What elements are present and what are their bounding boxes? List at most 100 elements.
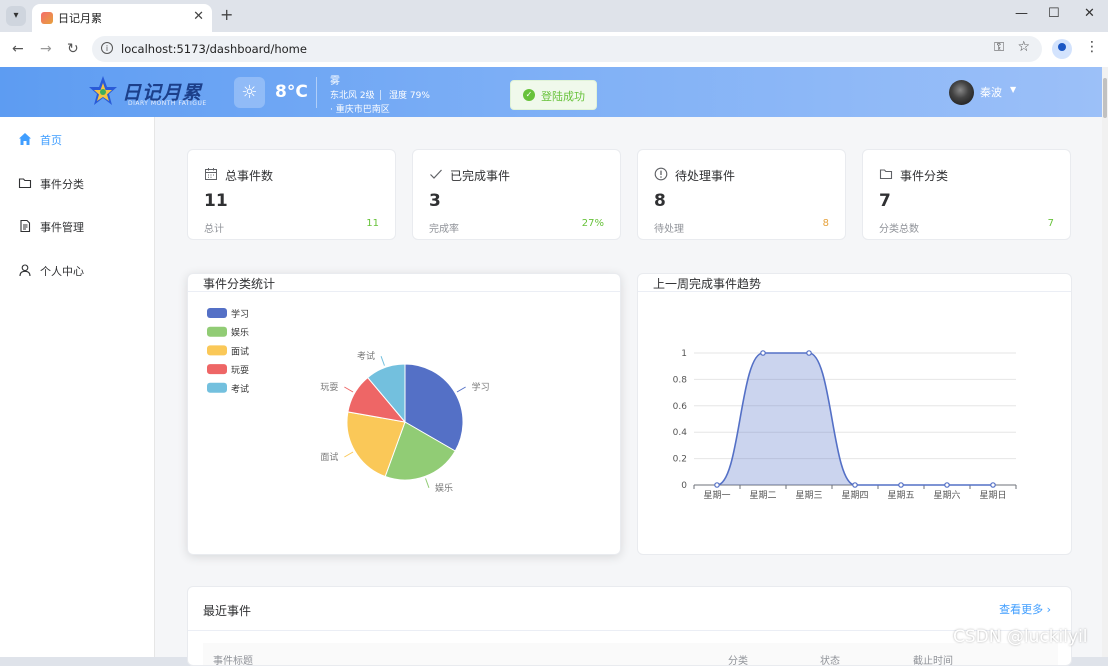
pie-label-line: [344, 451, 354, 458]
legend-label: 玩耍: [231, 365, 249, 376]
category-stats-panel: 事件分类统计 学习 娱乐 面试 玩耍 考试 学习 娱乐 面试 玩耍 考试: [187, 273, 621, 555]
sidebar-item-label: 事件分类: [40, 178, 84, 191]
url-field[interactable]: i localhost:5173/dashboard/home ⚿ ☆: [92, 36, 1042, 62]
y-tick-label: 0.6: [673, 402, 688, 412]
stat-value: 7: [879, 191, 891, 211]
stat-title: 总事件数: [225, 169, 274, 183]
favicon-icon: [41, 12, 53, 24]
browser-tab[interactable]: 日记月累 ✕: [32, 4, 212, 32]
stat-metric: 7: [1047, 218, 1054, 229]
stat-value: 11: [204, 191, 228, 211]
column-header[interactable]: 事件标题: [213, 652, 253, 665]
column-header[interactable]: 状态: [820, 652, 840, 665]
folder-icon: [18, 178, 32, 189]
profile-icon[interactable]: [1052, 39, 1072, 59]
browser-menu-icon[interactable]: ⋮: [1085, 39, 1099, 55]
reload-icon[interactable]: ↻: [67, 41, 79, 57]
panel-title: 最近事件: [203, 604, 252, 618]
info-circle-icon: [654, 167, 668, 181]
password-key-icon[interactable]: ⚿: [994, 40, 1004, 55]
new-tab-icon[interactable]: +: [220, 5, 233, 24]
data-point: [852, 482, 858, 488]
stat-value: 8: [654, 191, 666, 211]
check-icon: [430, 169, 442, 179]
stat-card-pending[interactable]: 待处理事件 8 待处理 8: [637, 149, 846, 240]
sidebar-item-events[interactable]: 事件管理: [0, 211, 154, 241]
x-tick-label: 星期六: [933, 489, 960, 501]
view-more-label: 查看更多: [999, 603, 1044, 616]
stat-metric: 11: [366, 218, 379, 229]
stat-footer: 分类总数: [879, 224, 919, 235]
user-icon: [19, 264, 31, 277]
column-header[interactable]: 截止时间: [913, 652, 953, 665]
sidebar-item-categories[interactable]: 事件分类: [0, 168, 154, 198]
legend-label: 娱乐: [231, 327, 249, 339]
pie-label-line: [456, 386, 466, 393]
stat-card-completed[interactable]: 已完成事件 3 完成率 27%: [412, 149, 621, 240]
site-info-icon[interactable]: i: [101, 42, 113, 54]
temperature: 8°C: [275, 82, 308, 102]
data-point: [760, 350, 766, 356]
pie-label: 考试: [357, 350, 375, 362]
x-tick-label: 星期二: [749, 490, 776, 501]
tab-search-icon[interactable]: ▾: [6, 6, 26, 26]
legend-swatch: [207, 364, 227, 375]
panel-title: 事件分类统计: [203, 277, 276, 291]
data-point: [990, 482, 996, 488]
recent-events-panel: 最近事件 查看更多 › 事件标题 分类 状态 截止时间: [187, 586, 1072, 666]
area-fill: [717, 353, 993, 485]
pie-chart[interactable]: 学习娱乐面试玩耍考试 学习娱乐面试玩耍考试: [188, 292, 620, 554]
forward-icon[interactable]: →: [40, 41, 52, 57]
y-tick-label: 1: [681, 349, 687, 359]
legend-label: 面试: [231, 345, 249, 357]
back-icon[interactable]: ←: [12, 41, 24, 57]
stat-card-total[interactable]: 总事件数 11 总计 11: [187, 149, 396, 240]
column-header[interactable]: 分类: [728, 652, 748, 665]
sidebar-item-home[interactable]: 首页: [0, 124, 154, 154]
sidebar-item-label: 事件管理: [40, 221, 84, 234]
logo[interactable]: 日记月累 DIARY MONTH FATIGUE: [88, 75, 218, 109]
logo-star-icon: [89, 76, 117, 105]
user-name[interactable]: 秦波: [980, 84, 1002, 100]
scrollbar-thumb[interactable]: [1103, 78, 1107, 118]
pie-label: 玩耍: [320, 382, 338, 393]
avatar[interactable]: [949, 80, 974, 105]
data-point: [944, 482, 950, 488]
weather-divider: [316, 77, 317, 108]
maximize-icon[interactable]: ☐: [1048, 6, 1060, 21]
weekly-trend-panel: 上一周完成事件趋势 0 0.2 0.4 0.6 0.8 1 星期一 星期二 星期三 星期四 星期五 星…: [637, 273, 1072, 555]
stat-value: 3: [429, 191, 441, 211]
bookmark-star-icon[interactable]: ☆: [1017, 39, 1030, 55]
pie-label-line: [344, 386, 354, 393]
line-chart[interactable]: 0 0.2 0.4 0.6 0.8 1 星期一 星期二 星期三 星期四 星期五 星期六 星期日: [638, 292, 1071, 554]
stat-title: 待处理事件: [675, 169, 736, 183]
y-tick-label: 0.4: [673, 428, 688, 438]
page-scrollbar[interactable]: [1102, 67, 1108, 657]
check-circle-icon: ✓: [523, 89, 535, 101]
address-bar: ← → ↻ i localhost:5173/dashboard/home ⚿ …: [0, 32, 1108, 68]
x-tick-label: 星期一: [703, 490, 730, 501]
browser-tab-strip: ▾ 日记月累 ✕ + — ☐ ✕: [0, 0, 1108, 32]
legend-swatch: [207, 382, 227, 393]
stat-metric: 8: [822, 218, 829, 229]
pie-label: 娱乐: [435, 482, 453, 494]
chevron-right-icon: ›: [1046, 603, 1051, 616]
close-window-icon[interactable]: ✕: [1084, 6, 1095, 21]
tab-title: 日记月累: [58, 12, 102, 25]
success-toast: ✓ 登陆成功: [510, 80, 597, 110]
stat-title: 已完成事件: [450, 169, 511, 183]
minimize-icon[interactable]: —: [1015, 6, 1028, 21]
sidebar-item-profile[interactable]: 个人中心: [0, 255, 154, 285]
document-icon: [20, 219, 31, 233]
panel-title: 上一周完成事件趋势: [653, 277, 762, 291]
weather-location: · 重庆市巴南区: [330, 105, 390, 115]
stat-metric: 27%: [581, 218, 604, 229]
tab-close-icon[interactable]: ✕: [193, 9, 204, 24]
sidebar-item-label: 个人中心: [40, 265, 84, 278]
sun-icon: ☼: [234, 77, 265, 108]
view-more-link[interactable]: 查看更多 ›: [999, 601, 1051, 617]
y-tick-label: 0: [681, 481, 687, 491]
caret-down-icon[interactable]: ▼: [1010, 85, 1016, 94]
stat-card-categories[interactable]: 事件分类 7 分类总数 7: [862, 149, 1071, 240]
folder-icon: [879, 169, 893, 180]
